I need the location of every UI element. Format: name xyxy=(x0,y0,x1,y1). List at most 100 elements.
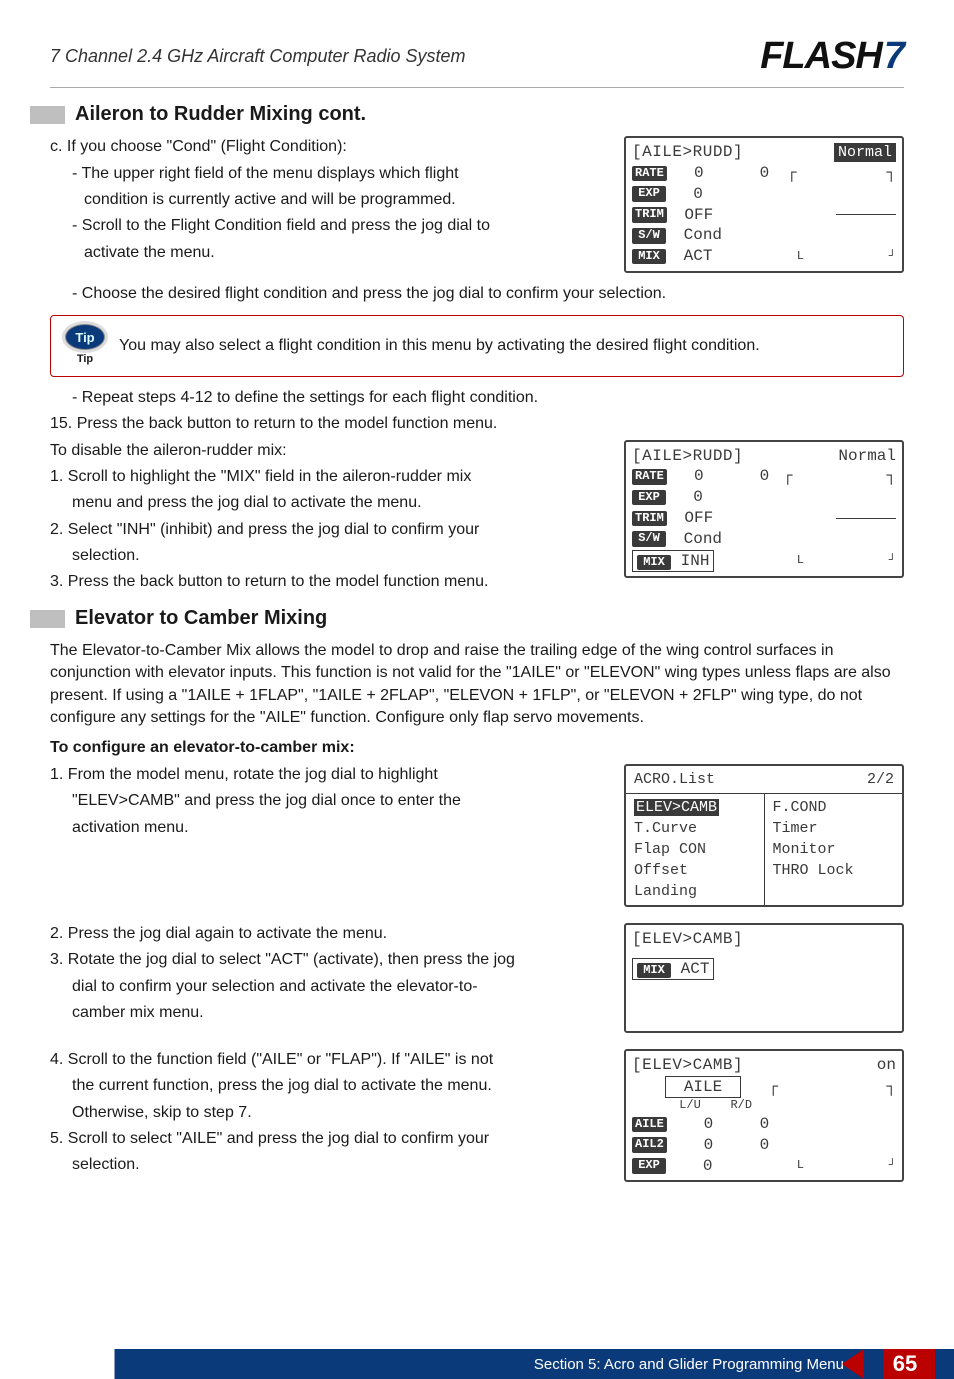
footer-bar: Section 5: Acro and Glider Programming M… xyxy=(0,1349,954,1379)
config-heading: To configure an elevator-to-camber mix: xyxy=(50,737,904,759)
lcd1-bracket-tr2: ┐ xyxy=(886,163,896,184)
lcd3-item-timer: Timer xyxy=(773,818,895,839)
tip-box: Tip Tip You may also select a flight con… xyxy=(50,315,904,376)
step-c3: - Choose the desired flight condition an… xyxy=(50,283,904,305)
lcd2-condition: Normal xyxy=(838,446,896,467)
lcd2-sw-label: S/W xyxy=(632,531,666,547)
disable-1a: 1. Scroll to highlight the "MIX" field i… xyxy=(50,466,604,488)
lcd1-condition-badge: Normal xyxy=(834,143,896,163)
ec-step1b: "ELEV>CAMB" and press the jog dial once … xyxy=(50,790,604,812)
ec-step3a: 3. Rotate the jog dial to select "ACT" (… xyxy=(50,949,604,971)
step-c1a: - The upper right field of the menu disp… xyxy=(50,163,604,185)
step-c2b: activate the menu. xyxy=(50,242,604,264)
lcd2-exp-label: EXP xyxy=(632,490,666,506)
lcd5-r-marker: ┘ xyxy=(889,1158,896,1174)
lcd2-mix-label: MIX xyxy=(637,555,671,571)
lcd1-rate-value: 0 xyxy=(694,163,704,184)
lcd5-bracket-r: ┐ xyxy=(886,1077,896,1098)
ec-step4b: the current function, press the jog dial… xyxy=(50,1075,604,1097)
page-chevron-icon xyxy=(842,1349,864,1379)
section-tab-2 xyxy=(30,610,65,628)
lcd1-trim-label: TRIM xyxy=(632,207,667,223)
lcd1-mix-value: ACT xyxy=(684,246,713,267)
ec-step5a: 5. Scroll to select "AILE" and press the… xyxy=(50,1128,604,1150)
lcd2-trim-value: OFF xyxy=(684,508,713,529)
lcd5-title: [ELEV>CAMB] xyxy=(632,1055,743,1076)
ec-step4a: 4. Scroll to the function field ("AILE" … xyxy=(50,1049,604,1071)
lcd5-bracket-l: ┌ xyxy=(768,1077,778,1098)
lcd5-rd: R/D xyxy=(730,1098,752,1114)
disable-2b: selection. xyxy=(50,545,604,567)
lcd4-mix-value: ACT xyxy=(681,960,710,978)
tip-label: Tip xyxy=(61,352,109,367)
tip-text: You may also select a flight condition i… xyxy=(119,335,893,357)
lcd1-exp-label: EXP xyxy=(632,186,666,202)
lcd3-item-flapcon: Flap CON xyxy=(634,839,756,860)
lcd1-rate-label: RATE xyxy=(632,166,667,182)
lcd2-title: [AILE>RUDD] xyxy=(632,446,743,467)
lcd5-l-marker: L xyxy=(797,1158,804,1174)
lcd-aile-rudd-2: [AILE>RUDD] Normal RATE 0 0 ┌┐ EXP 0 TRI… xyxy=(624,440,904,579)
lcd-elev-camb-on: [ELEV>CAMB] on AILE ┌┐ L/U R/D AILE 0 0 … xyxy=(624,1049,904,1183)
footer-section-text: Section 5: Acro and Glider Programming M… xyxy=(534,1354,844,1375)
lcd3-item-monitor: Monitor xyxy=(773,839,895,860)
lcd3-title: ACRO.List xyxy=(634,769,715,790)
logo-number: 7 xyxy=(884,30,904,83)
header-title: 7 Channel 2.4 GHz Aircraft Computer Radi… xyxy=(50,44,466,69)
step-c2a: - Scroll to the Flight Condition field a… xyxy=(50,215,604,237)
lcd2-mix-value: INH xyxy=(681,552,710,570)
logo-text: FLASH xyxy=(760,30,882,83)
lcd5-aile-rd: 0 xyxy=(760,1114,770,1135)
lcd5-ail2-label: AIL2 xyxy=(632,1137,667,1153)
lcd2-exp-value: 0 xyxy=(693,487,703,508)
lcd3-item-selected: ELEV>CAMB xyxy=(634,799,719,816)
lcd5-exp-val: 0 xyxy=(703,1156,713,1177)
step-c1b: condition is currently active and will b… xyxy=(50,189,604,211)
lcd1-trim-value: OFF xyxy=(684,205,713,226)
ec-step1a: 1. From the model menu, rotate the jog d… xyxy=(50,764,604,786)
lcd2-rate-label: RATE xyxy=(632,469,667,485)
lcd3-item-offset: Offset xyxy=(634,860,756,881)
lcd5-aile-label: AILE xyxy=(632,1117,667,1133)
lcd2-trim-label: TRIM xyxy=(632,511,667,527)
ec-step4c: Otherwise, skip to step 7. xyxy=(50,1102,604,1124)
header-divider xyxy=(50,87,904,88)
lcd-aile-rudd-1: [AILE>RUDD] Normal RATE 0 0 ┌┐ EXP 0 TRI… xyxy=(624,136,904,273)
step-c: c. If you choose "Cond" (Flight Conditio… xyxy=(50,136,604,158)
lcd3-item-tcurve: T.Curve xyxy=(634,818,756,839)
lcd2-rate-r: 0 xyxy=(760,466,770,487)
repeat-steps: - Repeat steps 4-12 to define the settin… xyxy=(50,387,904,409)
lcd3-page: 2/2 xyxy=(867,769,894,790)
lcd1-l-marker: L xyxy=(797,249,804,265)
lcd1-exp-value: 0 xyxy=(693,184,703,205)
lcd3-item-landing: Landing xyxy=(634,881,756,902)
lcd1-mix-label: MIX xyxy=(632,249,666,265)
disable-1b: menu and press the jog dial to activate … xyxy=(50,492,604,514)
ec-step2: 2. Press the jog dial again to activate … xyxy=(50,923,604,945)
lcd4-title: [ELEV>CAMB] xyxy=(632,929,896,950)
ec-step5b: selection. xyxy=(50,1154,604,1176)
disable-3: 3. Press the back button to return to th… xyxy=(50,571,604,593)
lcd5-aile-lu: 0 xyxy=(704,1114,714,1135)
section-tab xyxy=(30,106,65,124)
lcd1-sw-value: Cond xyxy=(684,225,722,246)
lcd4-mix-label: MIX xyxy=(637,963,671,979)
lcd5-aile-field: AILE xyxy=(665,1076,741,1099)
lcd1-r-marker: ┘ xyxy=(889,249,896,265)
ec-step3b: dial to confirm your selection and activ… xyxy=(50,976,604,998)
lcd-elev-camb-act: [ELEV>CAMB] MIX ACT xyxy=(624,923,904,1033)
brand-logo: FLASH7 xyxy=(760,30,904,83)
lcd2-sw-value: Cond xyxy=(684,529,722,550)
section-title-elevator: Elevator to Camber Mixing xyxy=(75,604,327,632)
elevator-para: The Elevator-to-Camber Mix allows the mo… xyxy=(50,640,904,730)
section-title-aileron: Aileron to Rudder Mixing cont. xyxy=(75,100,366,128)
tip-icon: Tip xyxy=(65,324,105,350)
ec-step1c: activation menu. xyxy=(50,817,604,839)
lcd3-item-fcond: F.COND xyxy=(773,797,895,818)
lcd1-sw-label: S/W xyxy=(632,228,666,244)
lcd5-ail2-rd: 0 xyxy=(760,1135,770,1156)
ec-step3c: camber mix menu. xyxy=(50,1002,604,1024)
lcd5-ail2-lu: 0 xyxy=(704,1135,714,1156)
lcd5-lu: L/U xyxy=(679,1098,701,1114)
lcd5-exp-label: EXP xyxy=(632,1158,666,1174)
